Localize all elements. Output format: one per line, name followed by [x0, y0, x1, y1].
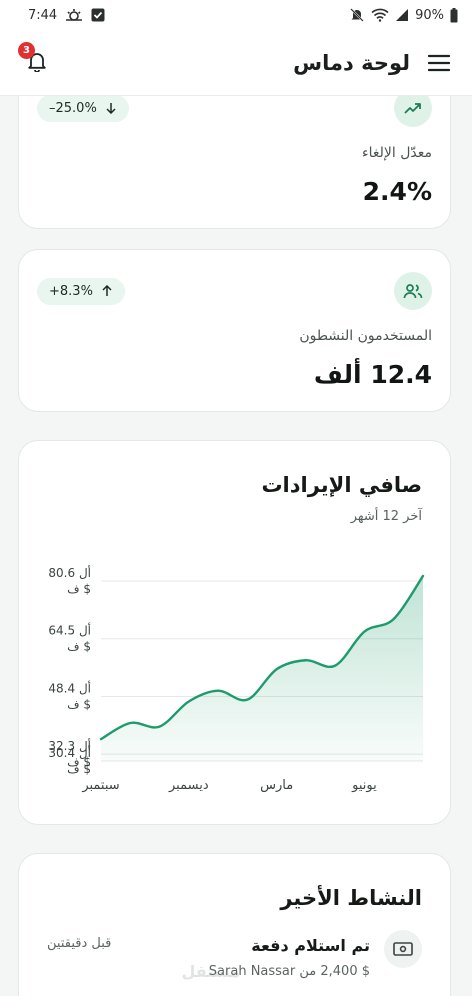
y-tick-label: 48.4 أل ف $ — [48, 680, 91, 711]
kpi-card-churn[interactable]: –25.0% معدّل الإلغاء 2.4% — [18, 96, 451, 229]
activity-time: قبل دقيقتين — [47, 936, 112, 951]
battery-percent: 90% — [415, 7, 444, 23]
x-tick-label: مارس — [260, 778, 293, 793]
trending-up-icon — [394, 96, 432, 127]
revenue-chart-card[interactable]: صافي الإيرادات آخر 12 أشهر 80.6 أل ف $64.… — [18, 440, 451, 825]
app-title: لوحة دماس — [293, 50, 410, 75]
app-bar: 3 لوحة دماس — [0, 30, 472, 96]
status-time: 7:44 — [28, 7, 58, 23]
kpi-value: 12.4 ألف — [313, 360, 432, 389]
signal-icon — [395, 8, 409, 22]
dashboard-scroll-area[interactable]: –25.0% معدّل الإلغاء 2.4% +8.3% المستخدم… — [0, 96, 472, 996]
x-tick-label: يونيو — [351, 778, 377, 793]
status-left: 7:44 — [28, 8, 105, 23]
mute-icon — [349, 7, 365, 23]
app-title-group: لوحة دماس — [293, 51, 450, 75]
menu-button[interactable] — [428, 54, 450, 72]
battery-icon — [450, 7, 458, 23]
x-tick-label: سبتمبر — [81, 778, 119, 793]
cash-icon — [384, 930, 422, 968]
kpi-label: معدّل الإلغاء — [362, 145, 432, 161]
status-right: 90% — [349, 7, 458, 23]
hamburger-menu-icon — [428, 54, 450, 71]
trend-value: –25.0% — [49, 100, 97, 116]
trend-pill: +8.3% — [37, 277, 125, 305]
activity-name: تم استلام دفعة — [251, 936, 370, 955]
area-fill — [101, 575, 423, 761]
trend-value: +8.3% — [49, 283, 93, 299]
kpi-card-active-users[interactable]: +8.3% المستخدمون النشطون 12.4 ألف — [18, 249, 451, 412]
revenue-area-chart[interactable]: 80.6 أل ف $64.5 أل ف $48.4 أل ف $32.3 أل ف $… — [19, 441, 452, 826]
kpi-value: 2.4% — [362, 177, 432, 206]
recent-activity-card: النشاط الأخير تم استلام دفعة $ 2,400 من … — [18, 853, 451, 996]
activity-item[interactable]: تم استلام دفعة $ 2,400 من Sarah Nassar ق… — [19, 928, 450, 988]
arrow-up-icon — [102, 285, 112, 296]
trend-pill: –25.0% — [37, 96, 129, 122]
y-tick-label: 64.5 أل ف $ — [48, 623, 91, 654]
status-bar: 7:44 90% — [0, 0, 472, 30]
x-tick-label: ديسمبر — [168, 778, 209, 793]
activity-detail: $ 2,400 من Sarah Nassar — [208, 964, 370, 979]
wifi-icon — [371, 8, 389, 22]
users-icon — [394, 272, 432, 310]
weather-icon — [65, 8, 83, 22]
notifications-button[interactable]: 3 — [18, 41, 52, 78]
y-tick-label: 80.6 أل ف $ — [48, 565, 91, 596]
arrow-down-icon — [106, 103, 116, 114]
activity-title: النشاط الأخير — [280, 886, 422, 910]
kpi-label: المستخدمون النشطون — [299, 328, 432, 344]
notification-badge: 3 — [18, 41, 35, 59]
checkbox-notification-icon — [91, 8, 105, 22]
